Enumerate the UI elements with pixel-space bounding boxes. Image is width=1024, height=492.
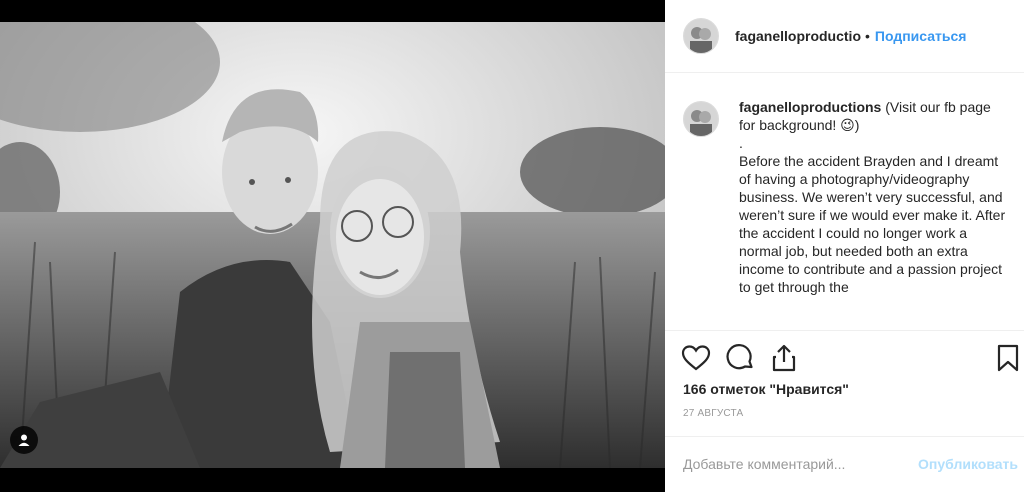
caption-text-line-2: . [739,135,743,151]
comment-bubble-icon [726,344,753,370]
follow-button[interactable]: Подписаться [875,28,967,44]
post-side-panel: faganelloproductio • Подписаться faganel… [665,0,1024,492]
comment-input[interactable] [683,454,903,474]
avatar-image [684,102,718,136]
caption-text-line-3: Before the accident Brayden and I dreamt… [739,153,1006,295]
tag-user-button[interactable] [10,426,38,454]
like-button[interactable] [681,343,711,373]
bookmark-icon [997,344,1019,372]
post-header: faganelloproductio • Подписаться [665,0,1024,73]
publish-button[interactable]: Опубликовать [918,456,1018,472]
comment-button[interactable] [725,343,755,373]
likes-count[interactable]: 166 отметок "Нравится" [683,381,849,397]
action-bar [665,330,1024,383]
caption-avatar[interactable] [683,101,719,137]
caption-username-link[interactable]: faganelloproductions [739,99,881,115]
post-modal: faganelloproductio • Подписаться faganel… [0,0,1024,492]
comments-area: faganelloproductions (Visit our fb page … [665,73,1024,329]
post-caption: faganelloproductions (Visit our fb page … [739,98,1009,296]
user-tag-icon [18,434,30,446]
separator-dot: • [865,28,870,44]
comment-bar: Опубликовать [665,436,1024,492]
post-date[interactable]: 27 АВГУСТА [683,408,743,419]
post-photo[interactable] [0,22,665,468]
header-username-link[interactable]: faganelloproductio [735,28,861,44]
photo-illustration [0,22,665,468]
avatar[interactable] [683,18,719,54]
photo-area [0,0,665,492]
share-button[interactable] [769,343,799,373]
avatar-image [684,19,718,53]
save-button[interactable] [993,343,1023,373]
share-icon [772,344,796,372]
heart-icon [681,345,711,371]
